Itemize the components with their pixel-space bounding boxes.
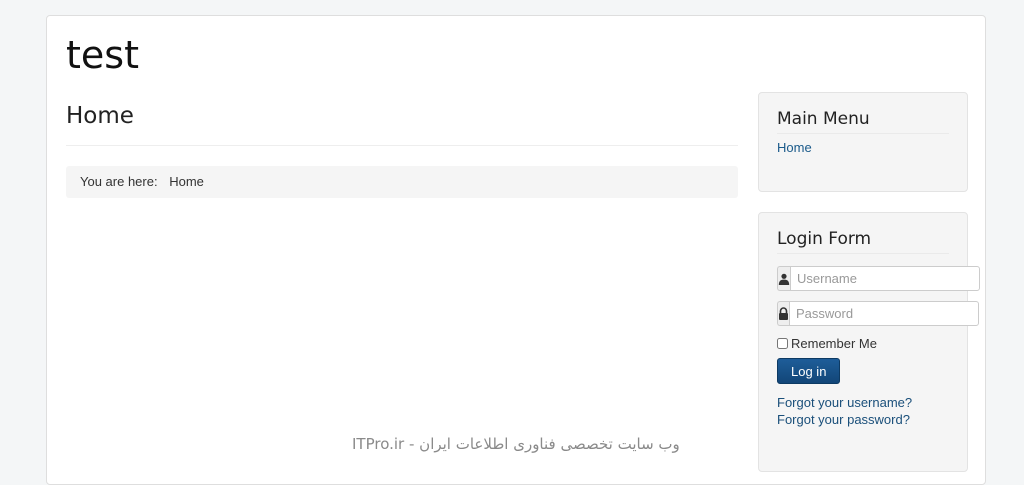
sidebar: Main Menu Home Login Form Username Remem… [758,92,980,472]
forgot-password-link[interactable]: Forgot your password? [777,411,949,428]
password-input[interactable] [789,301,979,326]
lock-icon [777,301,789,326]
remember-me[interactable]: Remember Me [777,336,949,351]
username-input[interactable] [790,266,980,291]
user-icon [777,266,790,291]
page-heading: Home [66,101,738,146]
remember-checkbox[interactable] [777,338,788,349]
menu-item-home[interactable]: Home [777,140,949,155]
main-content: Home You are here: Home [66,101,738,198]
login-form-module: Login Form Username Remember Me Log in F… [758,212,980,472]
login-button[interactable]: Log in [777,358,841,384]
main-menu-title: Main Menu [777,109,949,134]
main-menu-module: Main Menu Home [758,92,968,192]
username-group [777,266,980,291]
remember-label: Remember Me [791,336,877,351]
site-title[interactable]: test [66,36,139,74]
password-group [777,301,979,326]
forgot-links: Forgot your username? Forgot your passwo… [777,394,949,428]
login-form-title: Login Form [777,229,949,254]
breadcrumb-current: Home [169,174,204,189]
page-container: test Home You are here: Home Main Menu H… [46,15,986,485]
watermark: ITPro.ir - وب سایت تخصصی فناوری اطلاعات … [352,435,680,453]
forgot-username-link[interactable]: Forgot your username? [777,394,949,411]
breadcrumb: You are here: Home [66,166,738,198]
breadcrumb-prefix: You are here: [80,174,158,189]
